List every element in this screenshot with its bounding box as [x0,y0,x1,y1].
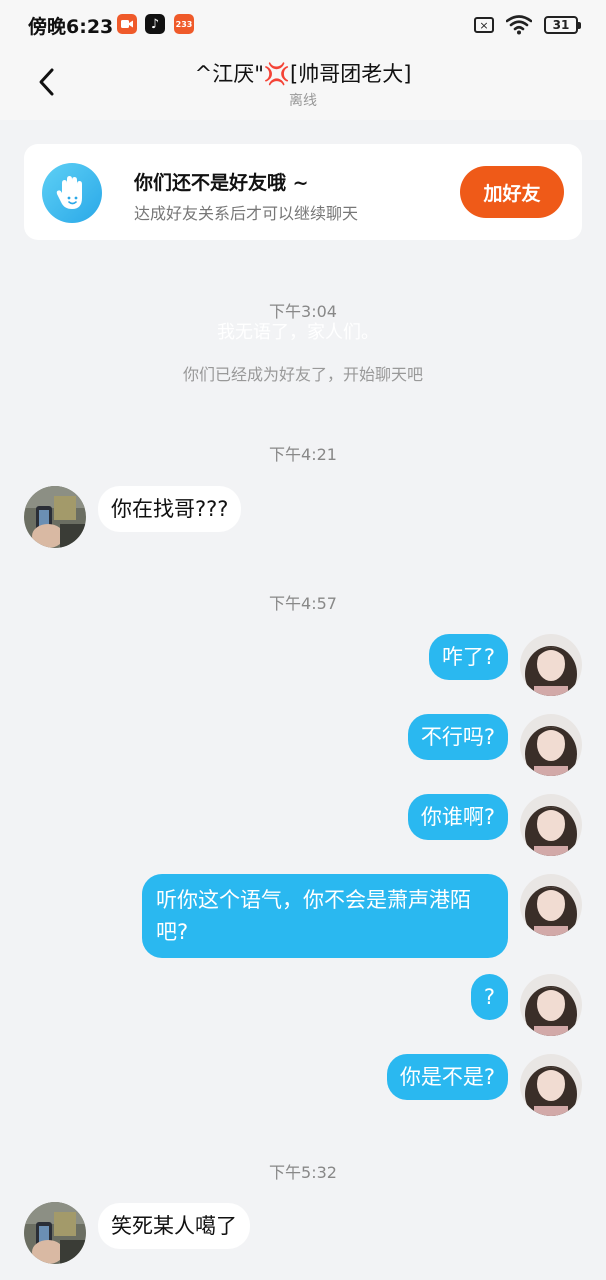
game-app-icon: 233 [174,14,194,34]
not-friends-subtitle: 达成好友关系后才可以继续聊天 [134,204,359,223]
system-message: 你们已经成为好友了，开始聊天吧 [182,365,423,384]
wifi-icon [506,15,532,35]
message-bubble-received[interactable]: 你在找哥??? [98,486,242,532]
not-friends-title: 你们还不是好友哦 ~ [134,172,309,194]
chat-title: ^江厌"💢[帅哥团老大] [194,62,412,86]
my-avatar[interactable] [520,714,582,776]
hand-wave-icon [42,163,102,223]
my-avatar[interactable] [520,974,582,1036]
message-bubble-sent[interactable]: ? [470,974,508,1020]
message-bubble-sent[interactable]: 你是不是? [386,1054,508,1100]
timestamp: 下午4:21 [269,445,337,464]
message-bubble-sent[interactable]: 不行吗? [407,714,508,760]
timestamp: 下午5:32 [269,1163,337,1182]
message-bubble-sent[interactable]: 咋了? [428,634,508,680]
add-friend-button[interactable]: 加好友 [460,166,564,218]
no-sim-icon: × [474,17,494,33]
my-avatar[interactable] [520,794,582,856]
chat-header: ^江厌"💢[帅哥团老大] 离线 [0,48,606,120]
my-avatar[interactable] [520,634,582,696]
status-bar: 傍晚6:23 ♪ 233 × 31 [0,0,606,48]
contact-avatar[interactable] [24,486,86,548]
video-app-icon [117,14,137,34]
timestamp: 下午4:57 [269,594,337,613]
my-avatar[interactable] [520,874,582,936]
my-avatar[interactable] [520,1054,582,1116]
status-time: 傍晚6:23 [28,16,114,38]
battery-icon: 31 [544,16,581,34]
online-status: 离线 [289,93,317,109]
message-bubble-sent[interactable]: 你谁啊? [407,794,508,840]
add-friend-card: 你们还不是好友哦 ~ 达成好友关系后才可以继续聊天 加好友 [24,144,582,240]
faded-message: 我无语了，家人们。 [217,322,379,343]
message-bubble-sent[interactable]: 听你这个语气，你不会是萧声港陌吧? [142,874,508,958]
tiktok-icon: ♪ [145,14,165,34]
message-bubble-received[interactable]: 笑死某人噶了 [98,1203,250,1249]
contact-avatar[interactable] [24,1202,86,1264]
